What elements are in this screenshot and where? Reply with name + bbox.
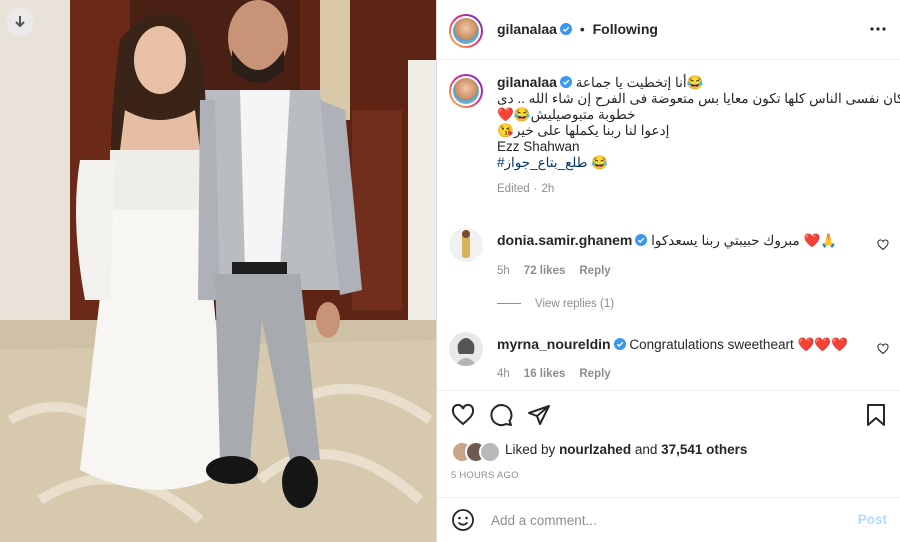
post-header: gilanalaa • Following <box>437 0 900 60</box>
reply-button[interactable]: Reply <box>579 265 610 277</box>
separator-dot: • <box>579 21 585 37</box>
verified-icon <box>559 76 572 88</box>
comment-time: 4h <box>497 368 510 380</box>
comment-input[interactable] <box>489 508 823 532</box>
comment-likes[interactable]: 16 likes <box>524 368 566 380</box>
caption-avatar[interactable] <box>449 74 483 108</box>
comments-area[interactable]: gilanalaa 😂أنا إتخطيت يا جماعة كان نفسى … <box>437 60 900 390</box>
caption-line: كان نفسى الناس كلها تكون معايا بس متعوضة… <box>497 91 900 106</box>
download-button[interactable] <box>6 8 34 36</box>
commenter-avatar[interactable] <box>449 228 483 262</box>
emoji-icon <box>452 509 474 531</box>
liked-by-user[interactable]: nourlzahed <box>559 442 631 457</box>
caption-separator: · <box>533 183 538 195</box>
save-button[interactable] <box>865 403 887 432</box>
caption-line: 😘إدعوا لنا ربنا يكملها على خير <box>497 123 670 138</box>
share-button[interactable] <box>527 403 551 432</box>
liked-by-others[interactable]: 37,541 others <box>661 442 747 457</box>
caption: gilanalaa 😂أنا إتخطيت يا جماعة كان نفسى … <box>497 74 900 197</box>
author-avatar[interactable] <box>449 14 483 48</box>
comment-icon <box>490 404 513 427</box>
caption-line: 😂أنا إتخطيت يا جماعة <box>575 75 704 90</box>
heart-icon <box>877 239 889 251</box>
view-replies-button[interactable]: View replies (1) <box>497 298 614 310</box>
liked-by-prefix: Liked by <box>505 442 556 457</box>
add-comment-bar: Post <box>437 497 900 542</box>
hashtag-link[interactable]: #طلع_بتاع_جواز <box>497 155 588 170</box>
comment: myrna_noureldin Congratulations sweethea… <box>497 336 867 353</box>
more-icon <box>870 27 886 31</box>
liked-by-avatars[interactable] <box>451 441 501 463</box>
avatar <box>479 441 501 463</box>
verified-icon <box>635 234 648 246</box>
caption-line: Ezz Shahwan <box>497 139 580 154</box>
like-button[interactable] <box>451 403 475 432</box>
likes-summary: Liked by nourlzahed and 37,541 others <box>505 442 747 457</box>
caption-time: 2h <box>541 183 555 195</box>
comment-username[interactable]: donia.samir.ghanem <box>497 232 632 248</box>
caption-username[interactable]: gilanalaa <box>497 74 557 90</box>
download-icon <box>15 16 25 28</box>
caption-line: ❤️😂خطوبة متبوصيليش <box>497 107 636 122</box>
caption-meta: Edited · 2h <box>497 181 887 197</box>
verified-icon <box>613 338 626 350</box>
following-button[interactable]: Following <box>593 21 658 37</box>
author-username[interactable]: gilanalaa <box>497 21 557 37</box>
share-icon <box>528 405 550 425</box>
post-panel: gilanalaa • Following gilanalaa 😂أنا إتخ… <box>436 0 900 542</box>
liked-by-and: and <box>634 442 658 457</box>
edited-label: Edited <box>497 183 530 195</box>
heart-icon <box>451 403 475 426</box>
comment-button[interactable] <box>489 403 513 432</box>
header-user-line: gilanalaa • Following <box>497 21 658 37</box>
comment-like-button[interactable] <box>877 238 889 256</box>
comment-text: 🙏❤️ مبروك حبيبتي ربنا يسعدكوا <box>651 233 838 248</box>
comment-time: 5h <box>497 265 510 277</box>
comment-username[interactable]: myrna_noureldin <box>497 336 611 352</box>
hashtag-emoji: 😂 <box>591 155 609 170</box>
comment-text: Congratulations sweetheart ❤️❤️❤️ <box>629 337 848 352</box>
post-timestamp[interactable]: 5 HOURS AGO <box>451 470 519 481</box>
comment-meta: 5h 72 likes Reply <box>497 265 611 277</box>
post-button[interactable]: Post <box>858 512 887 527</box>
comment-likes[interactable]: 72 likes <box>524 265 566 277</box>
commenter-avatar[interactable] <box>449 332 483 366</box>
verified-icon <box>559 23 572 35</box>
comment-like-button[interactable] <box>877 342 889 360</box>
comment-meta: 4h 16 likes Reply <box>497 368 611 380</box>
reply-button[interactable]: Reply <box>579 368 610 380</box>
post-photo[interactable] <box>0 0 436 542</box>
save-icon <box>867 404 885 426</box>
emoji-button[interactable] <box>451 508 475 537</box>
more-options-button[interactable] <box>869 20 887 43</box>
comment: donia.samir.ghanem 🙏❤️ مبروك حبيبتي ربنا… <box>497 232 867 249</box>
heart-icon <box>877 343 889 355</box>
